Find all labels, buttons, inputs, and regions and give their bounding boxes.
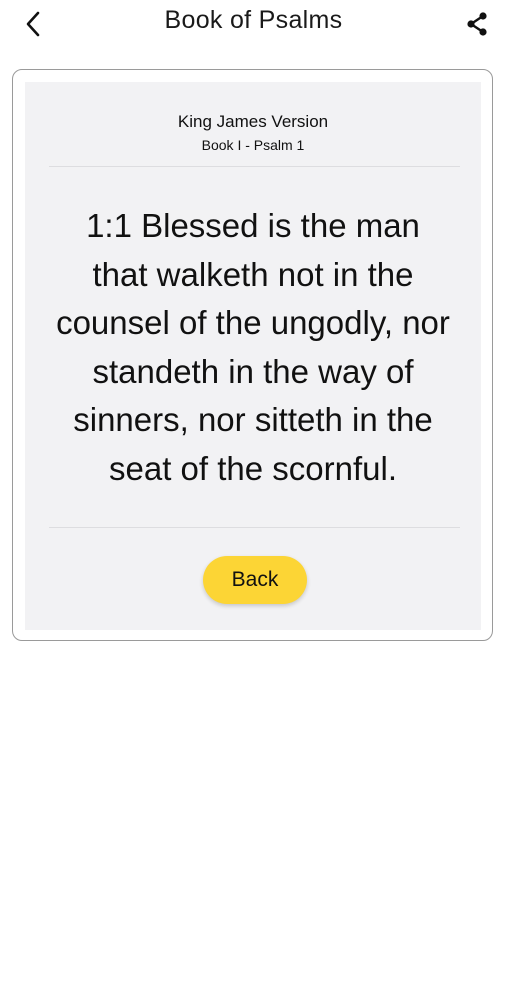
divider-bottom xyxy=(49,527,460,528)
share-icon xyxy=(467,12,487,36)
page-title: Book of Psalms xyxy=(164,6,343,34)
back-button[interactable]: Back xyxy=(203,556,307,604)
share-button[interactable] xyxy=(461,8,493,40)
top-bar: Book of Psalms xyxy=(0,0,507,48)
verse-text: 1:1 Blessed is the man that walketh not … xyxy=(56,207,450,487)
book-reference: Book I - Psalm 1 xyxy=(201,137,305,153)
divider-top xyxy=(49,166,460,167)
verse-card-content: King James Version Book I - Psalm 1 1:1 … xyxy=(25,82,481,630)
verse-card: King James Version Book I - Psalm 1 1:1 … xyxy=(12,69,493,641)
version-label: King James Version xyxy=(177,112,329,131)
